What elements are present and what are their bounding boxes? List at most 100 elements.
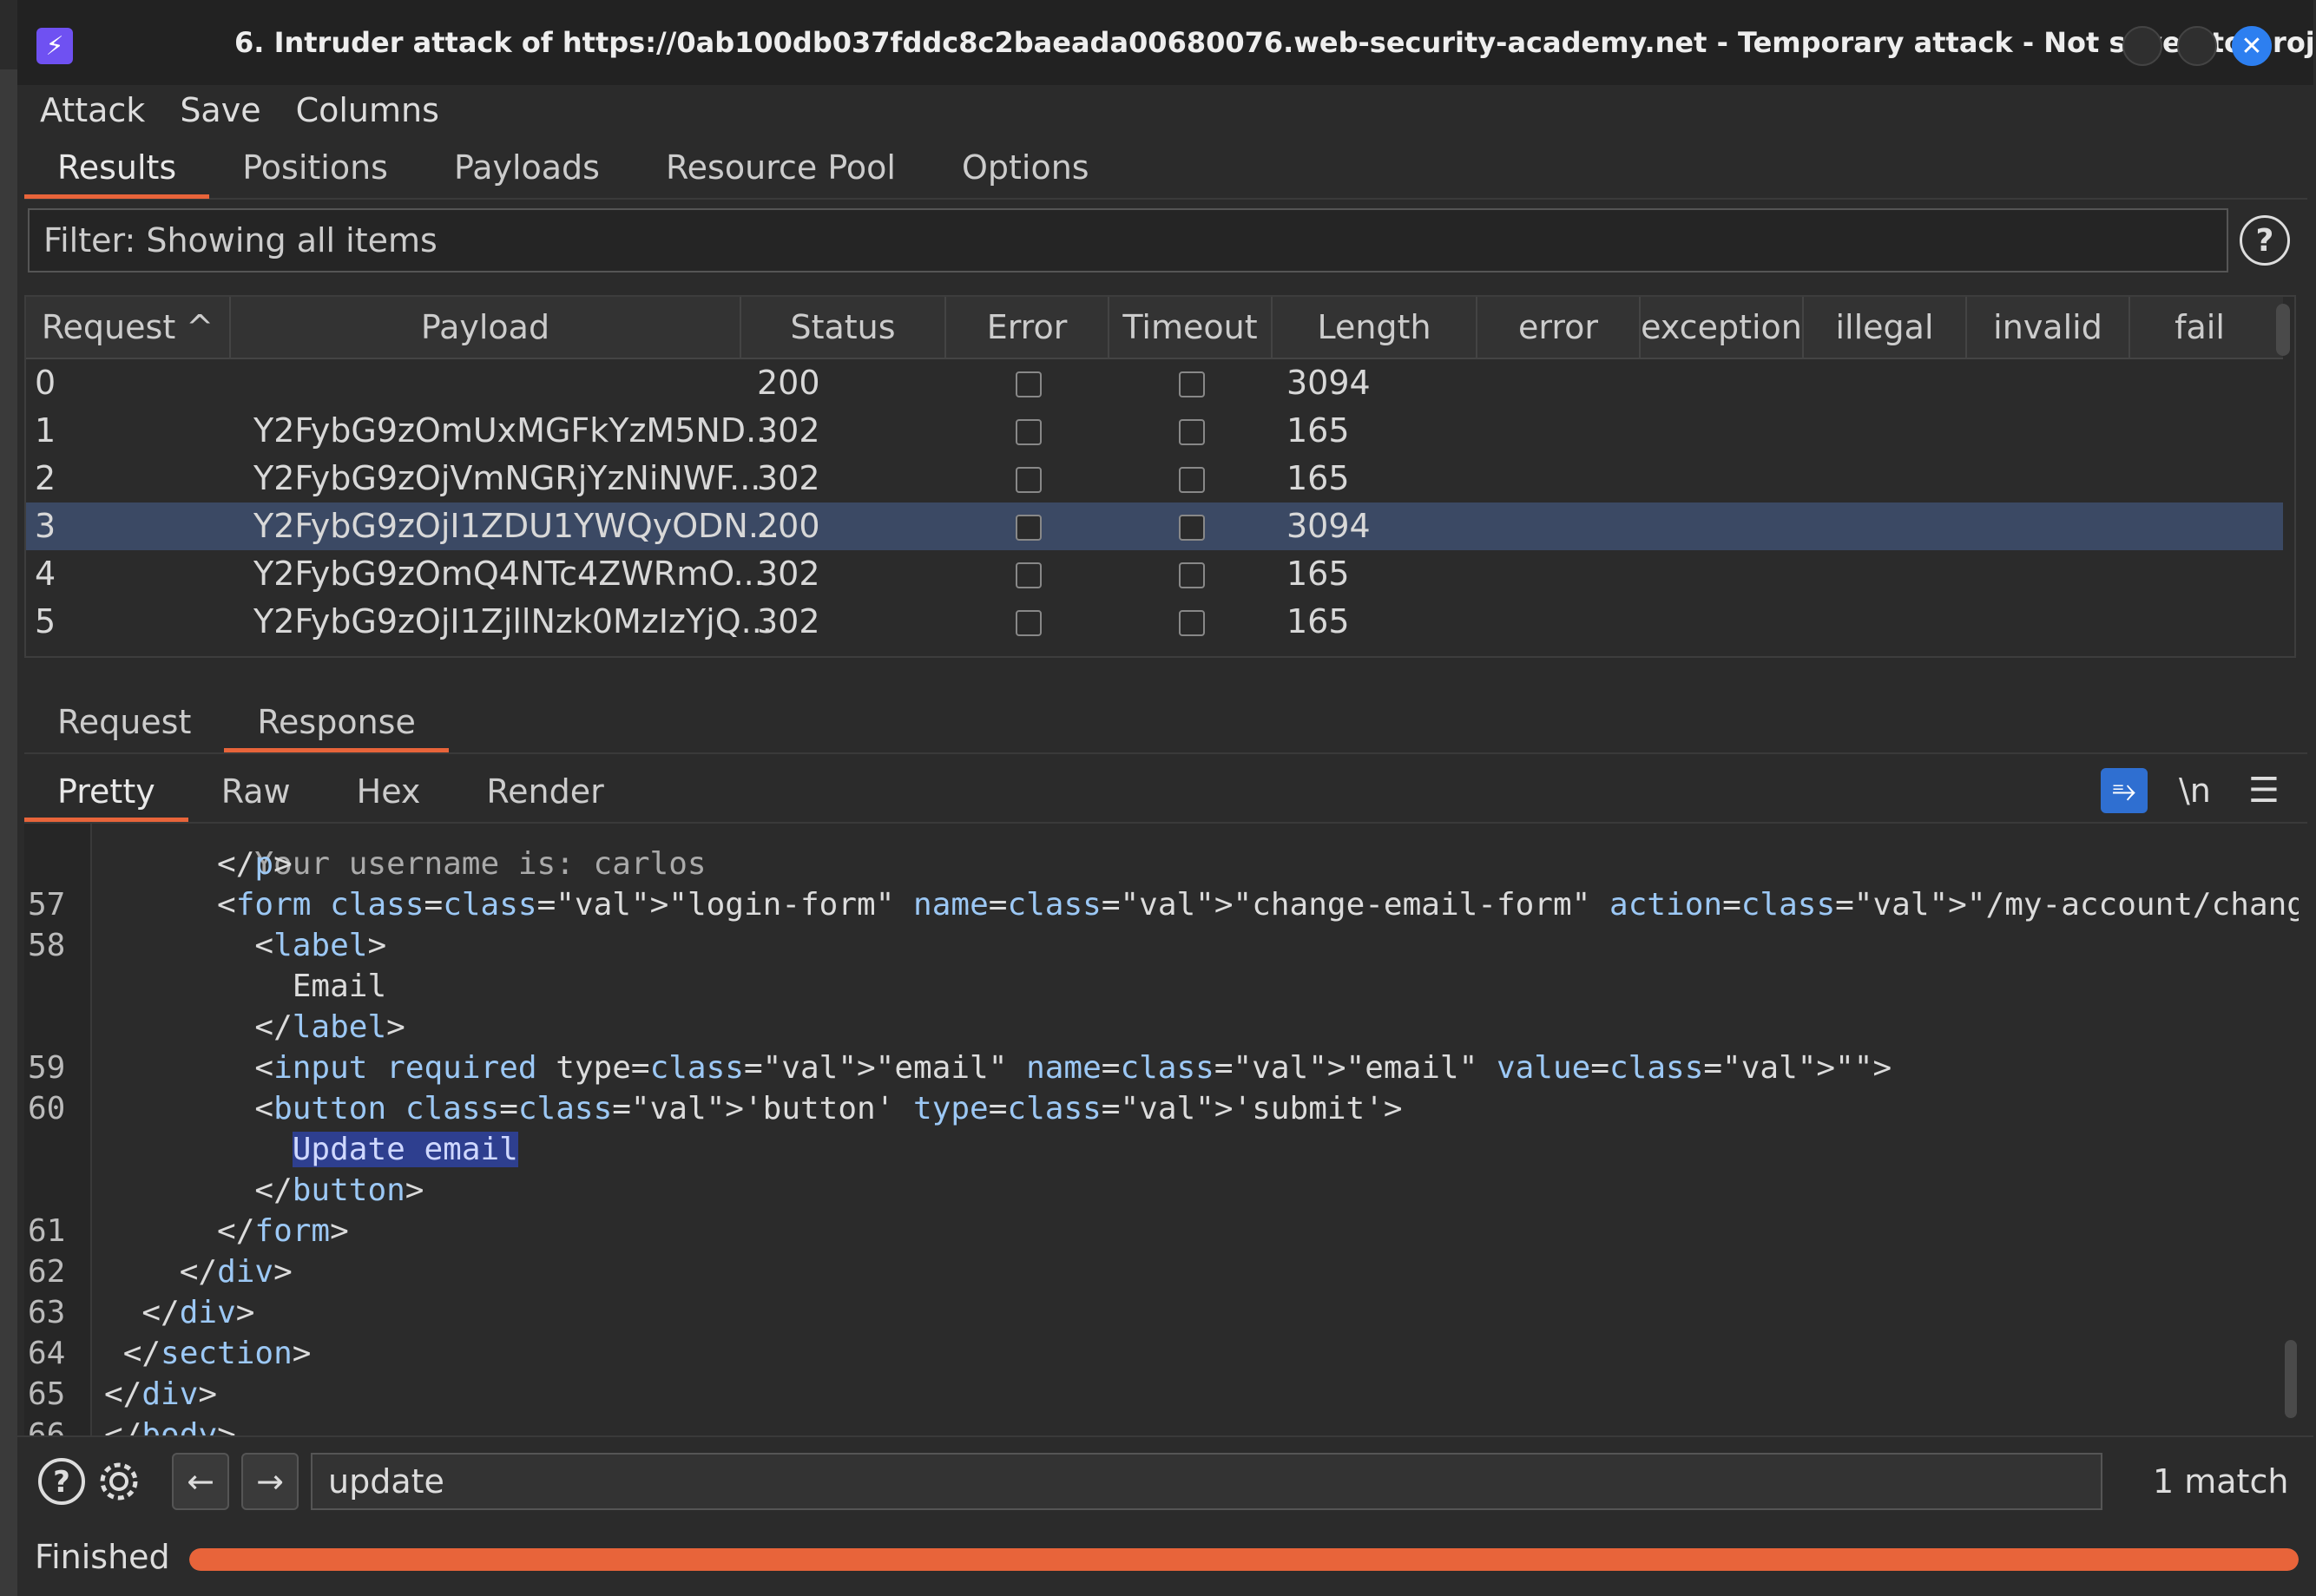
tab-raw[interactable]: Raw [188,761,324,822]
code-line-partial: Your username is: carlos [24,824,706,882]
code-text: <input required type=class="val">"email"… [104,1048,1892,1088]
close-icon: ✕ [2240,30,2263,62]
cell-status: 200 [757,364,820,402]
error-checkbox [1016,467,1042,493]
line-number: 61 [28,1213,66,1249]
gear-icon[interactable] [94,1456,144,1507]
tab-resource-pool[interactable]: Resource Pool [633,136,929,199]
cell-length: 165 [1286,555,1350,593]
editor-menu-icon[interactable]: ☰ [2248,768,2280,813]
column-timeout[interactable]: Timeout [1109,297,1273,358]
menu-attack[interactable]: Attack [40,91,145,129]
menu-save[interactable]: Save [180,91,260,129]
timeout-checkbox [1179,515,1205,541]
cell-payload: Y2FybG9zOjVmNGRjYzNiNWF... [253,459,761,497]
table-row[interactable]: 3 Y2FybG9zOjI1ZDU1YWQyODN... 200 3094 [26,502,2283,550]
show-newlines-toggle[interactable]: \n [2179,768,2211,813]
table-row[interactable]: 5 Y2FybG9zOjI1ZjllNzk0MzIzYjQ... 302 165 [26,598,2283,646]
next-match-button[interactable]: → [241,1453,299,1510]
tab-response[interactable]: Response [224,692,449,752]
code-text: <label> [104,925,386,966]
tab-positions[interactable]: Positions [209,136,421,199]
table-row[interactable]: 4 Y2FybG9zOmQ4NTc4ZWRmO... 302 165 [26,550,2283,598]
cell-length: 165 [1286,459,1350,497]
tab-options[interactable]: Options [929,136,1122,199]
code-content: Update email [292,1132,518,1167]
minimize-button[interactable] [2122,26,2162,66]
column-grep-fail[interactable]: fail [2130,297,2269,358]
previous-match-button[interactable]: ← [172,1453,229,1510]
column-request[interactable]: Request ^ [26,297,231,358]
cell-length: 3094 [1286,364,1371,402]
progress-bar [189,1548,2299,1571]
table-vertical-scrollbar[interactable] [2276,304,2290,356]
code-text: Email [104,966,386,1007]
close-button[interactable]: ✕ [2232,26,2272,66]
code-text: </form> [104,1211,349,1251]
table-header: Request ^ Payload Status Error Timeout L… [26,297,2283,359]
code-text: </body> [104,1415,236,1435]
tab-render[interactable]: Render [453,761,636,822]
code-text: Update email [104,1129,518,1170]
column-grep-illegal[interactable]: illegal [1804,297,1967,358]
progress-fill [189,1548,2299,1571]
error-checkbox [1016,515,1042,541]
word-wrap-toggle[interactable]: ⥱ [2101,768,2148,813]
tab-pretty[interactable]: Pretty [24,761,188,822]
column-length[interactable]: Length [1273,297,1477,358]
table-row[interactable]: 2 Y2FybG9zOjVmNGRjYzNiNWF... 302 165 [26,455,2283,502]
wrap-icon: ⥱ [2112,773,2136,808]
intruder-attack-window: ⚡ 6. Intruder attack of https://0ab100db… [17,0,2316,1596]
cell-request: 0 [35,364,56,402]
code-text: </div> [104,1374,217,1415]
burp-logo-icon: ⚡ [36,28,73,64]
code-content: </button> [254,1172,424,1208]
search-help-icon[interactable]: ? [36,1456,87,1507]
response-editor[interactable]: Your username is: carlos </p> 57 <form cl… [24,824,2299,1435]
cell-status: 302 [757,555,820,593]
cell-payload: Y2FybG9zOmQ4NTc4ZWRmO... [253,555,765,593]
tab-results[interactable]: Results [24,136,210,199]
tab-hex[interactable]: Hex [324,761,454,822]
tab-payloads[interactable]: Payloads [421,136,633,199]
column-grep-exception[interactable]: exception [1641,297,1804,358]
error-checkbox [1016,419,1042,445]
line-number: 57 [28,887,66,923]
window-title: 6. Intruder attack of https://0ab100db03… [234,26,2316,59]
table-row[interactable]: 1 Y2FybG9zOmUxMGFkYzM5ND... 302 165 [26,407,2283,455]
cell-status: 302 [757,459,820,497]
timeout-checkbox [1179,562,1205,588]
code-text: <form class=class="val">"login-form" nam… [104,884,2299,925]
code-text: </p> [104,844,293,884]
cell-request: 2 [35,459,56,497]
code-text: </section> [104,1333,312,1374]
search-input[interactable]: update [311,1453,2102,1510]
cell-status: 302 [757,602,820,640]
line-number: 60 [28,1091,66,1126]
error-checkbox [1016,610,1042,636]
line-number: 66 [28,1417,66,1435]
filter-help-icon[interactable]: ? [2240,215,2290,266]
column-payload[interactable]: Payload [231,297,741,358]
table-row[interactable]: 0 200 3094 [26,359,2283,407]
menu-columns[interactable]: Columns [296,91,439,129]
timeout-checkbox [1179,467,1205,493]
column-grep-error[interactable]: error [1477,297,1641,358]
filter-bar[interactable]: Filter: Showing all items [28,208,2228,273]
message-tabs: Request Response [24,692,2307,754]
tab-request[interactable]: Request [24,692,224,752]
maximize-button[interactable] [2177,26,2217,66]
view-tabs: Pretty Raw Hex Render [24,761,2307,824]
code-content: <label> [254,928,387,963]
column-grep-invalid[interactable]: invalid [1967,297,2130,358]
column-status[interactable]: Status [741,297,946,358]
column-error[interactable]: Error [946,297,1109,358]
code-content: </section> [122,1336,312,1371]
title-bar: ⚡ 6. Intruder attack of https://0ab100db… [17,0,2316,94]
code-content: <form class=class="val">"login-form" nam… [217,887,2299,923]
editor-vertical-scrollbar[interactable] [2285,1340,2297,1418]
